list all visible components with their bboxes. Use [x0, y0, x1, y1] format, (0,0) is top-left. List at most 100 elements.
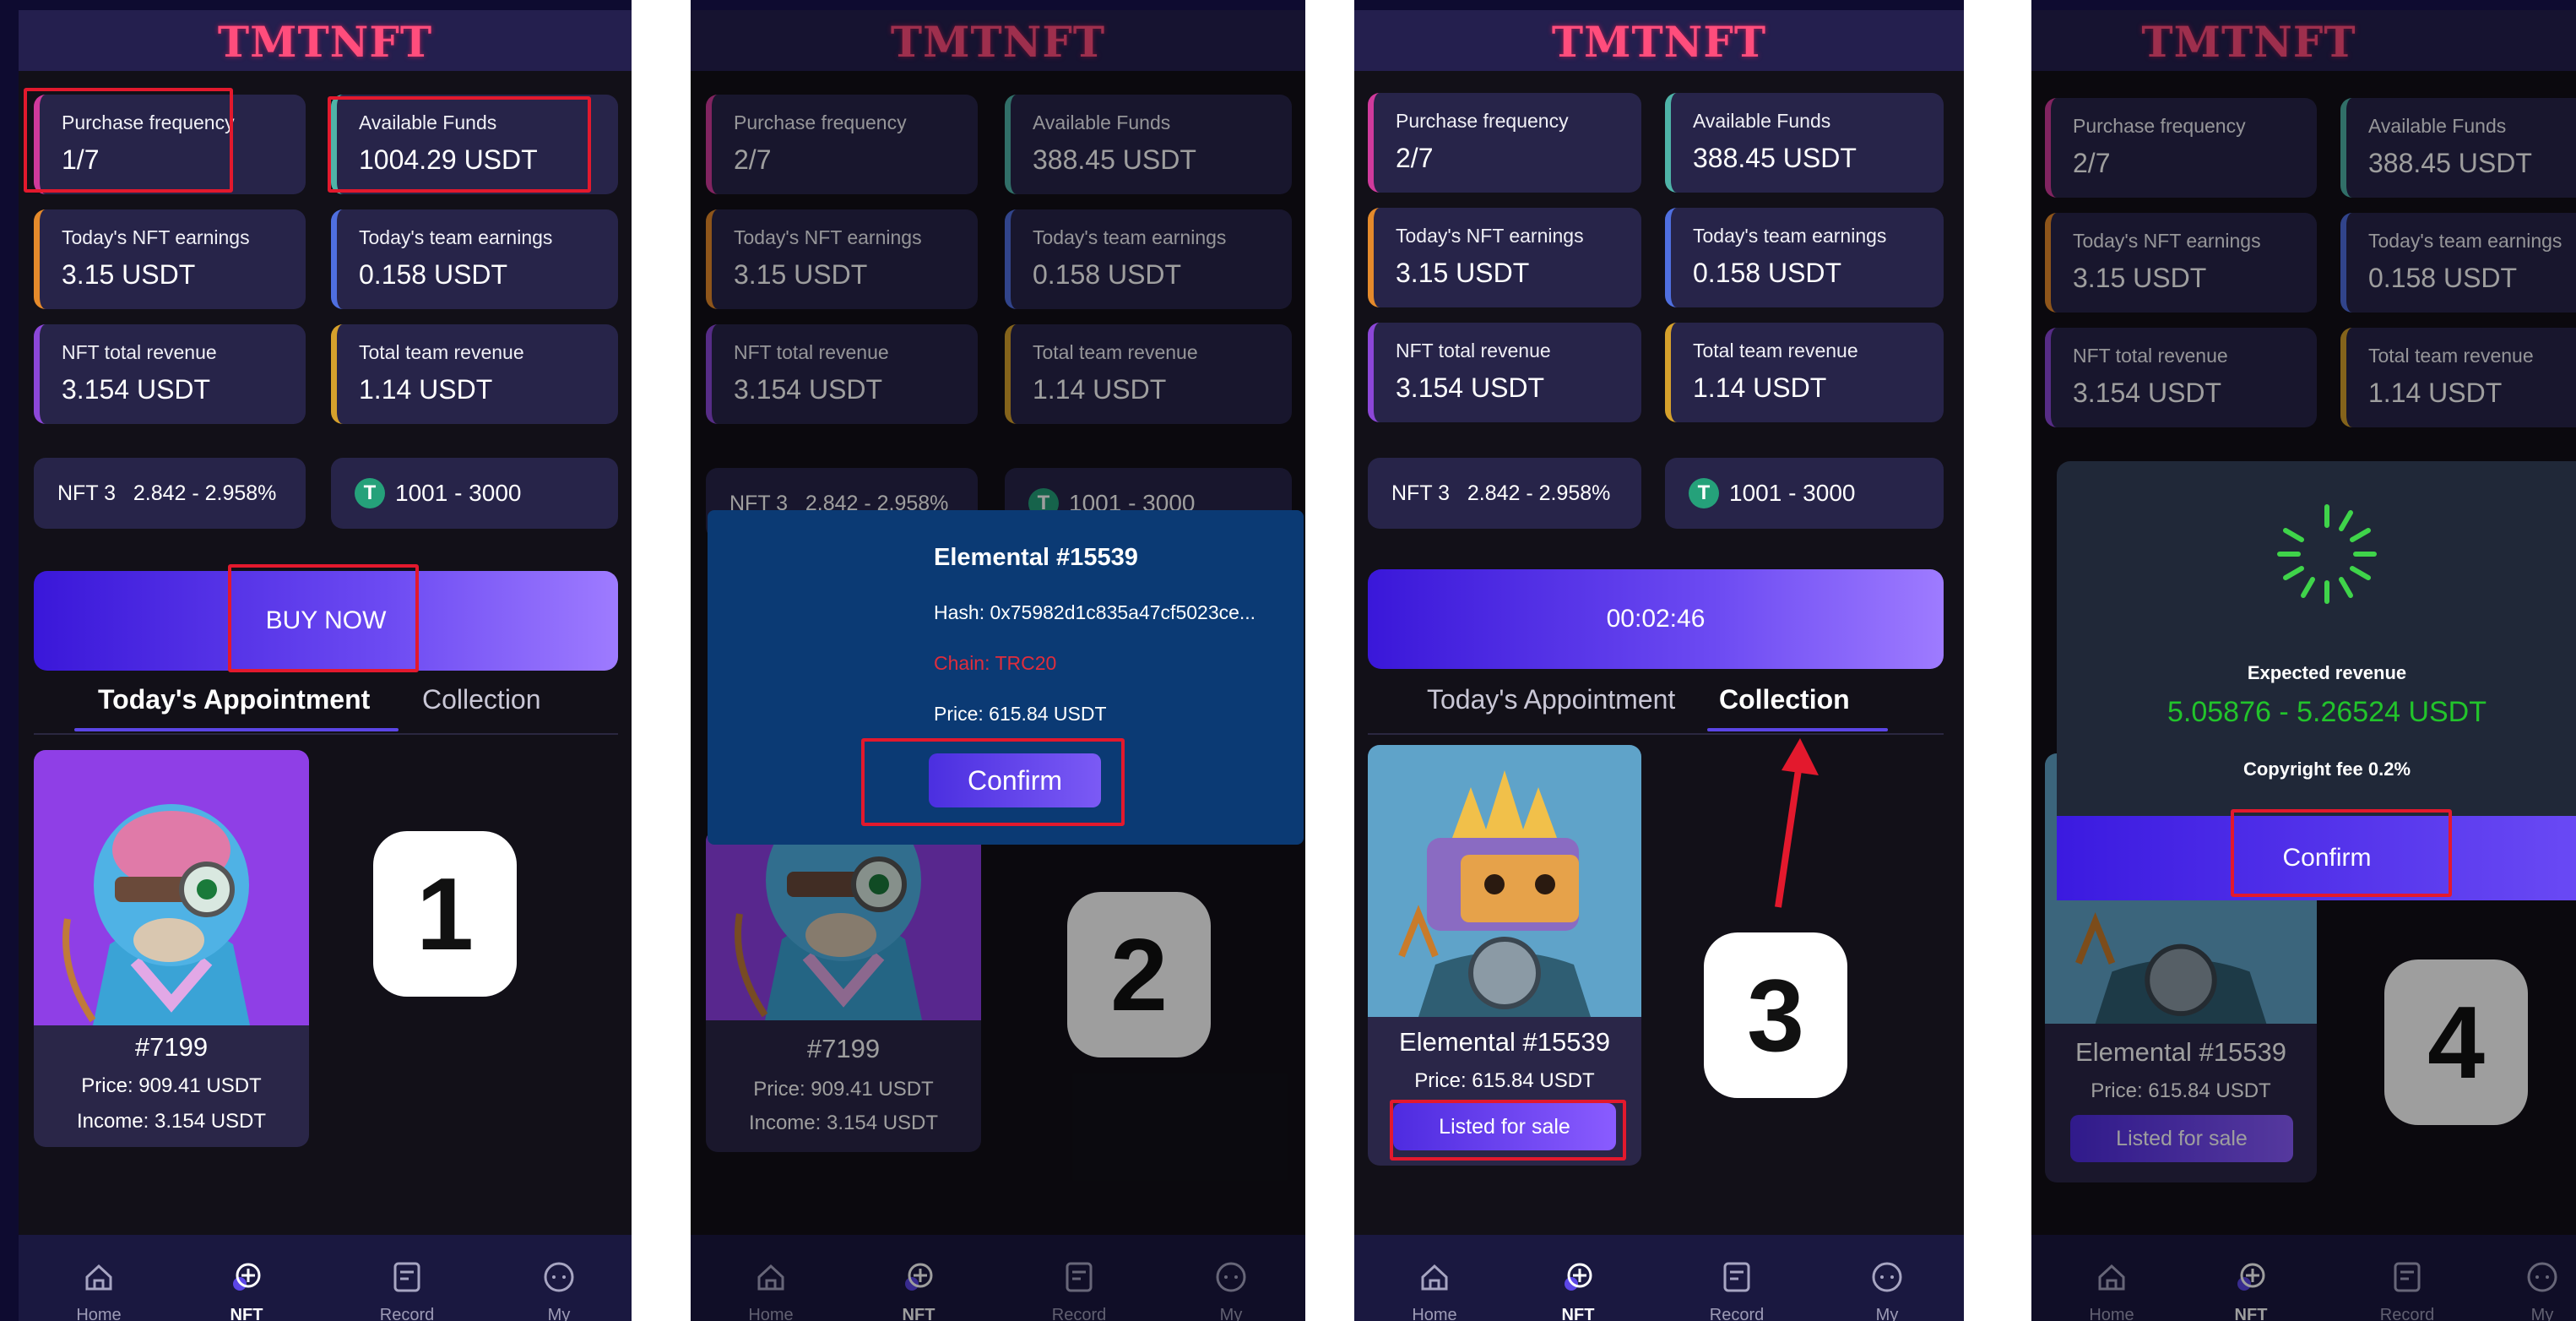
expected-revenue-value: 5.05876 - 5.26524 USDT: [2167, 696, 2487, 728]
tab-collection[interactable]: Collection: [1719, 684, 1850, 715]
nav-nft[interactable]: NFT: [1515, 1235, 1641, 1321]
purchase-frequency-value: 2/7: [1396, 143, 1434, 173]
nav-nft-label: NFT: [1561, 1306, 1595, 1321]
tab-bar: Today's Appointment Collection: [19, 684, 632, 735]
tab-underline: [1707, 728, 1888, 731]
nav-my[interactable]: My: [496, 1235, 622, 1321]
app-logo: TMTNFT: [217, 17, 433, 67]
nft-total-revenue-card: NFT total revenue 3.154 USDT: [1368, 323, 1641, 422]
nav-home-label: Home: [1412, 1306, 1457, 1321]
total-team-revenue-value: 1.14 USDT: [1693, 372, 1827, 403]
tab-collection[interactable]: Collection: [422, 684, 541, 715]
nft-income: Income: 3.154 USDT: [76, 1110, 267, 1133]
app-logo: TMTNFT: [1551, 17, 1767, 67]
tab-todays-appointment[interactable]: Today's Appointment: [1427, 684, 1675, 715]
app-header: TMTNFT: [1354, 10, 1964, 71]
countdown-bar[interactable]: 00:02:46: [1368, 569, 1944, 669]
available-funds-value: 388.45 USDT: [1693, 143, 1857, 173]
rate-range: 2.842 - 2.958%: [133, 481, 277, 505]
todays-nft-earnings-value: 3.15 USDT: [62, 259, 196, 290]
tab-divider: [1368, 733, 1944, 735]
expected-revenue-label: Expected revenue: [2247, 662, 2407, 683]
nft-name: Elemental #15539: [1399, 1027, 1610, 1057]
step-badge-1: 1: [373, 831, 517, 997]
modal-nft-title: Elemental #15539: [934, 544, 1138, 571]
nav-record[interactable]: Record: [344, 1235, 470, 1321]
todays-nft-earnings-label: Today's NFT earnings: [62, 226, 250, 248]
nft-level-pill: NFT 3 2.842 - 2.958%: [34, 458, 306, 529]
todays-team-earnings-value: 0.158 USDT: [359, 259, 508, 290]
separator: [632, 0, 691, 1321]
nav-home-label: Home: [76, 1306, 122, 1321]
nav-record[interactable]: Record: [1673, 1235, 1800, 1321]
highlight-listed-for-sale: [1390, 1100, 1626, 1161]
nav-record-label: Record: [379, 1306, 435, 1321]
home-icon: [1421, 1264, 1448, 1291]
available-funds-card: Available Funds 388.45 USDT: [1665, 93, 1944, 193]
nft-icon: [233, 1263, 261, 1291]
amount-range: 1001 - 3000: [1729, 480, 1856, 506]
loading-spinner-icon: [2277, 504, 2377, 604]
rate-range: 2.842 - 2.958%: [1467, 481, 1611, 505]
screen-step-3: TMTNFT Purchase frequency 2/7 Available …: [1354, 10, 1964, 1321]
modal-hash: Hash: 0x75982d1c835a47cf5023ce...: [934, 601, 1256, 623]
nav-record-label: Record: [1709, 1306, 1765, 1321]
todays-team-earnings-value: 0.158 USDT: [1693, 258, 1842, 288]
todays-team-earnings-card: Today's team earnings 0.158 USDT: [331, 209, 618, 309]
nav-nft-label: NFT: [230, 1306, 263, 1321]
nav-home[interactable]: Home: [1371, 1235, 1498, 1321]
bottom-nav: Home NFT Record My: [1354, 1235, 1964, 1321]
nav-my[interactable]: My: [1824, 1235, 1950, 1321]
nft-level: NFT 3: [57, 481, 116, 505]
todays-nft-earnings-label: Today's NFT earnings: [1396, 225, 1584, 247]
purchase-frequency-card: Purchase frequency 2/7: [1368, 93, 1641, 193]
nft-card[interactable]: #7199 Price: 909.41 USDT Income: 3.154 U…: [34, 750, 309, 1147]
todays-nft-earnings-value: 3.15 USDT: [1396, 258, 1530, 288]
screen-step-1: TMTNFT Purchase frequency 1/7 Available …: [19, 10, 632, 1321]
tether-icon: T: [1689, 478, 1719, 508]
tether-icon: T: [355, 478, 385, 508]
countdown-timer: 00:02:46: [1606, 605, 1706, 633]
my-icon: [544, 1262, 574, 1292]
total-team-revenue-card: Total team revenue 1.14 USDT: [1665, 323, 1944, 422]
step-badge-3: 3: [1704, 932, 1847, 1098]
tab-todays-appointment[interactable]: Today's Appointment: [98, 684, 370, 715]
todays-team-earnings-label: Today's team earnings: [1693, 225, 1887, 247]
total-team-revenue-label: Total team revenue: [359, 341, 524, 363]
modal-price: Price: 615.84 USDT: [934, 703, 1107, 725]
nft-name: #7199: [134, 1032, 209, 1062]
amount-range-pill: T 1001 - 3000: [331, 458, 618, 529]
copyright-fee: Copyright fee 0.2%: [2242, 758, 2411, 780]
amount-range-pill: T 1001 - 3000: [1665, 458, 1944, 529]
my-icon: [1872, 1262, 1902, 1292]
nft-level: NFT 3: [1391, 481, 1450, 505]
highlight-confirm: [861, 738, 1125, 826]
amount-range: 1001 - 3000: [395, 480, 522, 506]
tab-underline: [74, 728, 399, 731]
nft-price: Price: 615.84 USDT: [1414, 1069, 1595, 1092]
nft-artwork-elemental: [1368, 745, 1641, 1017]
screen-step-2: TMTNFT Purchase frequency 2/7 Available …: [691, 10, 1305, 1321]
todays-team-earnings-label: Today's team earnings: [359, 226, 553, 248]
app-header: TMTNFT: [19, 10, 632, 71]
todays-team-earnings-card: Today's team earnings 0.158 USDT: [1665, 208, 1944, 307]
nft-price: Price: 909.41 USDT: [81, 1074, 262, 1097]
modal-chain: Chain: TRC20: [934, 652, 1057, 674]
nft-level-pill: NFT 3 2.842 - 2.958%: [1368, 458, 1641, 529]
purchase-frequency-label: Purchase frequency: [1396, 110, 1569, 132]
todays-nft-earnings-card: Today's NFT earnings 3.15 USDT: [1368, 208, 1641, 307]
total-team-revenue-label: Total team revenue: [1693, 340, 1858, 362]
nft-total-revenue-value: 3.154 USDT: [62, 374, 211, 405]
bottom-nav: Home NFT Record My: [19, 1235, 632, 1321]
separator: [1964, 0, 2031, 1321]
nav-nft[interactable]: NFT: [183, 1235, 310, 1321]
nft-total-revenue-value: 3.154 USDT: [1396, 372, 1545, 403]
nft-total-revenue-label: NFT total revenue: [1396, 340, 1551, 362]
nft-total-revenue-card: NFT total revenue 3.154 USDT: [34, 324, 306, 424]
nav-my-label: My: [1875, 1306, 1899, 1321]
nft-artwork-monkey: [34, 750, 309, 1025]
screen-step-4: TMTNFT Purchase frequency 2/7 Available …: [2031, 10, 2576, 1321]
record-icon: [393, 1262, 420, 1292]
nav-home[interactable]: Home: [35, 1235, 162, 1321]
nft-icon: [1565, 1263, 1592, 1291]
